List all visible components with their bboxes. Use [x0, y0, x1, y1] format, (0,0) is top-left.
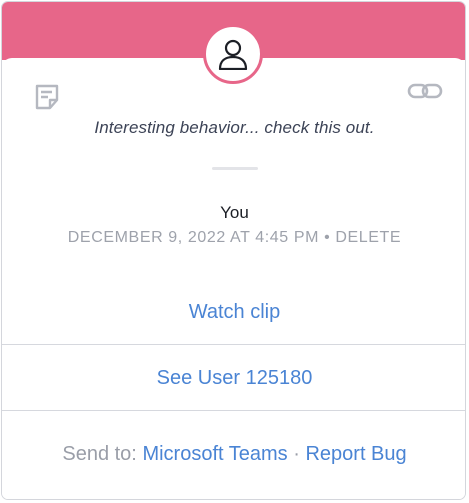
- user-icon: [218, 39, 248, 70]
- report-bug-link[interactable]: Report Bug: [305, 443, 406, 465]
- send-to-label: Send to:: [62, 443, 137, 465]
- watch-clip-button[interactable]: Watch clip: [2, 301, 465, 324]
- comment-message: Interesting behavior... check this out.: [94, 118, 375, 137]
- comment-meta: DECEMBER 9, 2022 AT 4:45 PM • DELETE: [2, 229, 465, 247]
- divider: [2, 410, 465, 411]
- link-icon[interactable]: [407, 81, 443, 101]
- meta-separator: •: [324, 229, 331, 246]
- divider: [2, 344, 465, 345]
- comment-timestamp: DECEMBER 9, 2022 AT 4:45 PM: [67, 229, 320, 246]
- send-to-row: Send to: Microsoft Teams · Report Bug: [2, 443, 465, 466]
- comment-author: You: [220, 203, 249, 222]
- divider: [212, 167, 258, 170]
- note-icon: [35, 84, 59, 110]
- delete-button[interactable]: DELETE: [335, 229, 401, 246]
- send-to-teams-link[interactable]: Microsoft Teams: [142, 443, 287, 465]
- see-user-button[interactable]: See User 125180: [2, 367, 465, 390]
- send-to-separator: ·: [293, 443, 300, 465]
- clip-comment-card: Interesting behavior... check this out. …: [1, 1, 466, 500]
- avatar: [203, 24, 263, 84]
